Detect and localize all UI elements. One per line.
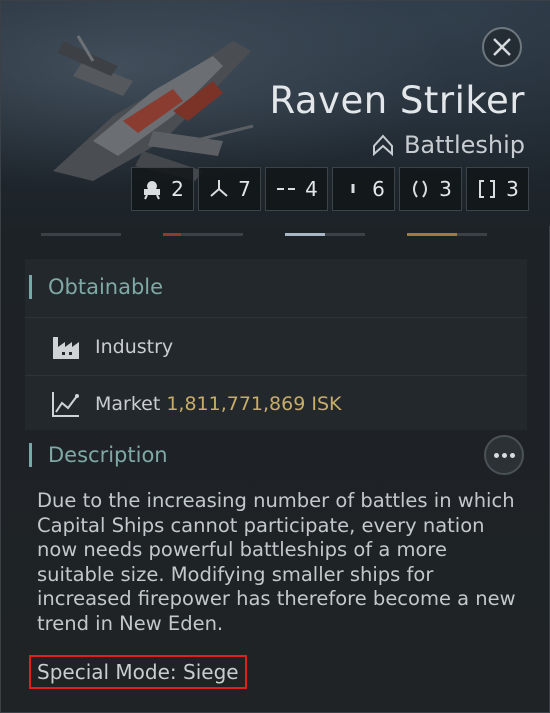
- attribute-bar-4: [407, 233, 487, 236]
- stat-turret[interactable]: 2: [131, 167, 194, 211]
- turret-icon: [144, 181, 161, 200]
- obtain-row-industry[interactable]: Industry: [25, 319, 527, 375]
- section-accent-bar: [29, 275, 32, 299]
- attribute-bar-1: [41, 233, 121, 236]
- market-price: 1,811,771,869 ISK: [166, 393, 342, 415]
- stat-parenthesis-value: 3: [439, 177, 452, 201]
- stat-bracket-value: 3: [506, 177, 519, 201]
- market-label: Market: [95, 393, 161, 415]
- description-body: Due to the increasing number of battles …: [37, 489, 516, 635]
- attribute-bar-2: [163, 233, 243, 236]
- ship-name: Raven Striker: [269, 79, 525, 122]
- bar-icon: [351, 184, 355, 193]
- ship-header: Raven Striker Battleship 2 7 4 6 3 3: [1, 1, 550, 226]
- description-title: Description: [48, 443, 168, 467]
- market-chart-icon: [52, 392, 79, 417]
- stat-parenthesis[interactable]: 3: [399, 167, 462, 211]
- divider: [25, 317, 527, 318]
- close-icon: [493, 38, 511, 56]
- special-mode-label: Special Mode: Siege: [29, 655, 247, 689]
- industry-label: Industry: [95, 336, 174, 358]
- factory-icon: [53, 337, 79, 359]
- ship-class-label: Battleship: [403, 131, 525, 159]
- stat-bar[interactable]: 6: [332, 167, 395, 211]
- drone-icon: [210, 180, 228, 197]
- ship-class: Battleship: [372, 131, 525, 159]
- ship-render-image: [53, 35, 254, 181]
- more-dot-icon: [501, 452, 507, 458]
- scrolled-attribute-bars: [41, 219, 511, 239]
- stat-turret-value: 2: [171, 177, 184, 201]
- parenthesis-icon: [413, 180, 428, 198]
- stat-dashes-value: 4: [305, 177, 318, 201]
- stat-bracket[interactable]: 3: [466, 167, 529, 211]
- section-accent-bar: [29, 443, 32, 467]
- ship-stats-bar: 2 7 4 6 3 3: [131, 167, 529, 211]
- dashes-icon: [277, 188, 296, 190]
- obtainable-title: Obtainable: [48, 275, 164, 299]
- obtain-row-market[interactable]: Market 1,811,771,869 ISK: [25, 376, 527, 432]
- more-dot-icon: [493, 452, 499, 458]
- attribute-bar-3: [285, 233, 365, 236]
- more-dot-icon: [509, 452, 515, 458]
- stat-drone[interactable]: 7: [198, 167, 261, 211]
- stat-drone-value: 7: [238, 177, 251, 201]
- ship-info-panel: Raven Striker Battleship 2 7 4 6 3 3 Obt…: [0, 0, 550, 713]
- bracket-icon: [479, 180, 496, 198]
- more-options-button[interactable]: [484, 435, 524, 475]
- chevron-up-icon: [372, 134, 393, 156]
- obtainable-section-title: Obtainable: [29, 275, 163, 299]
- stat-dashes[interactable]: 4: [265, 167, 328, 211]
- stat-bar-value: 6: [372, 177, 385, 201]
- description-section-title: Description: [29, 443, 168, 467]
- close-button[interactable]: [482, 27, 522, 67]
